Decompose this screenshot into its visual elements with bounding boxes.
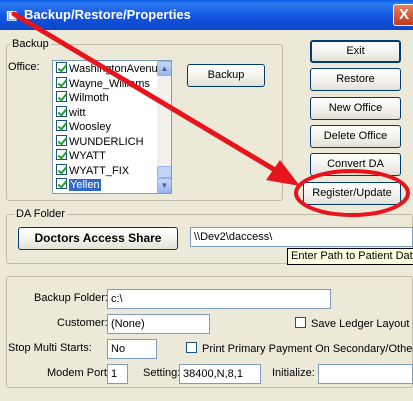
setting-label: Setting:: [143, 367, 181, 379]
list-item[interactable]: Wilmoth: [56, 91, 156, 107]
customer-input[interactable]: (None): [107, 314, 210, 334]
checkbox-icon[interactable]: [56, 164, 67, 175]
save-ledger-layout-label: Save Ledger Layout: [311, 318, 410, 330]
office-name: WUNDERLICH: [69, 136, 144, 148]
print-primary-payment-checkbox[interactable]: Print Primary Payment On Secondary/Other: [186, 342, 413, 355]
doctors-access-share-button[interactable]: Doctors Access Share: [18, 227, 178, 250]
da-folder-label: DA Folder: [14, 208, 67, 220]
close-icon[interactable]: X: [393, 4, 413, 26]
new-office-button[interactable]: New Office: [310, 97, 401, 120]
office-name: WashingtonAvenu: [69, 63, 158, 75]
modem-port-input[interactable]: 1: [107, 364, 128, 384]
list-item[interactable]: WYATT: [56, 149, 156, 165]
stop-multi-starts-input[interactable]: No: [107, 339, 157, 359]
list-item[interactable]: Yellen: [56, 178, 156, 193]
path-tooltip: Enter Path to Patient Data: [287, 248, 413, 265]
backup-folder-label: Backup Folder:: [34, 292, 108, 304]
scroll-down-icon[interactable]: ▼: [157, 178, 171, 193]
restore-button[interactable]: Restore: [310, 68, 401, 91]
checkbox-icon[interactable]: [56, 178, 67, 189]
office-name: witt: [69, 107, 86, 119]
backup-group-label: Backup: [10, 38, 51, 50]
exit-button[interactable]: Exit: [310, 40, 401, 63]
backup-button[interactable]: Backup: [187, 64, 265, 87]
convert-da-button[interactable]: Convert DA: [310, 153, 401, 176]
title-bar: ▣ Backup/Restore/Properties X: [0, 0, 413, 30]
checkbox-icon[interactable]: [56, 120, 67, 131]
office-name: WYATT: [69, 150, 106, 162]
modem-port-label: Modem Port:: [47, 367, 110, 379]
checkbox-icon[interactable]: [56, 62, 67, 73]
backup-folder-input[interactable]: c:\: [107, 289, 331, 309]
delete-office-button[interactable]: Delete Office: [310, 125, 401, 148]
checkbox-icon[interactable]: [56, 91, 67, 102]
save-ledger-layout-checkbox[interactable]: Save Ledger Layout: [295, 317, 409, 330]
office-name: Woosley: [69, 121, 111, 133]
checkbox-icon[interactable]: [56, 135, 67, 146]
setting-input[interactable]: 38400,N,8,1: [179, 364, 261, 384]
checkbox-icon[interactable]: [56, 106, 67, 117]
office-name: WYATT_FIX: [69, 165, 130, 177]
list-item[interactable]: Woosley: [56, 120, 156, 136]
office-label: Office:: [8, 61, 40, 73]
checkbox-icon[interactable]: [56, 149, 67, 160]
scroll-thumb[interactable]: [157, 166, 171, 178]
checkbox-icon[interactable]: [295, 317, 306, 328]
checkbox-icon[interactable]: [56, 77, 67, 88]
register-update-button[interactable]: Register/Update: [303, 182, 401, 205]
initialize-input[interactable]: [318, 364, 413, 384]
app-icon: ▣: [6, 8, 18, 22]
window-title: Backup/Restore/Properties: [24, 7, 191, 22]
office-name: Wayne_Williams: [69, 78, 150, 90]
da-path-input[interactable]: \\Dev2\daccess\: [190, 227, 413, 247]
list-item[interactable]: WashingtonAvenu: [56, 62, 158, 78]
office-listbox[interactable]: WashingtonAvenu Wayne_Williams Wilmoth w…: [52, 60, 172, 194]
office-name: Wilmoth: [69, 92, 109, 104]
office-name: Yellen: [69, 179, 101, 191]
list-scrollbar[interactable]: ▲ ▼: [157, 61, 171, 193]
stop-multi-starts-label: Stop Multi Starts:: [8, 342, 92, 354]
scroll-up-icon[interactable]: ▲: [157, 61, 171, 76]
checkbox-icon[interactable]: [186, 342, 197, 353]
print-primary-payment-label: Print Primary Payment On Secondary/Other: [202, 343, 413, 355]
customer-label: Customer:: [57, 317, 108, 329]
initialize-label: Initialize:: [272, 367, 315, 379]
